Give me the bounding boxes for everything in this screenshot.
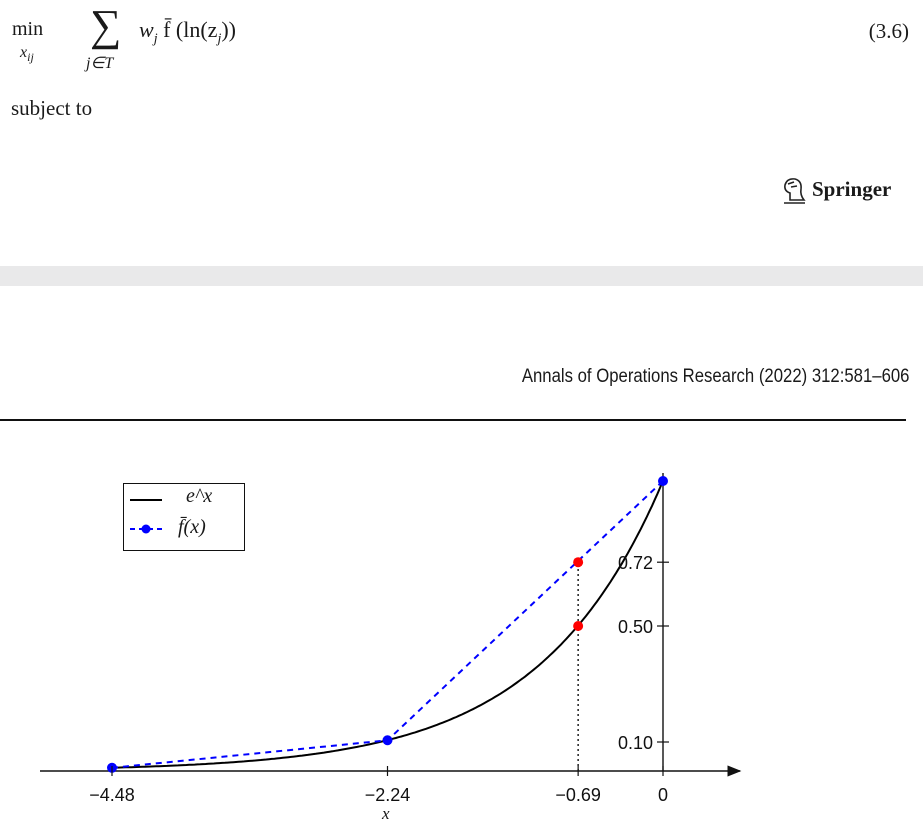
subject-to-text: subject to xyxy=(11,96,93,120)
equation-sum-subscript: j∈T xyxy=(86,55,114,72)
highlight-point xyxy=(573,557,584,568)
chart-legend: e^x f̄(x) xyxy=(123,483,245,551)
equation-number: (3.6) xyxy=(868,19,909,43)
page-separator xyxy=(0,266,923,286)
equation-sum-symbol: ∑ xyxy=(90,1,122,50)
tick-group: −4.48 −2.24 −0.69 0 0.10 0.50 0.72 xyxy=(89,553,669,805)
y-tick-label: 0.50 xyxy=(618,617,653,637)
equation-min-subscript-index: ij xyxy=(27,50,34,65)
equation-min-operator: min xyxy=(12,18,44,40)
x-tick-label: −2.24 xyxy=(365,785,411,805)
x-tick-label: 0 xyxy=(658,785,668,805)
equation-weight: w xyxy=(139,17,154,42)
x-tick-label: −0.69 xyxy=(555,785,601,805)
springer-name: Springer xyxy=(812,177,892,201)
equation-body: wj f̄ (ln(zj)) xyxy=(139,17,236,47)
y-tick-label: 0.72 xyxy=(618,553,653,573)
legend-label-fbar: f̄(x) xyxy=(178,516,206,538)
highlight-point xyxy=(573,621,584,631)
x-axis-label: x xyxy=(382,804,390,823)
equation-body-close: )) xyxy=(221,17,236,42)
x-tick-label: −4.48 xyxy=(89,785,135,805)
journal-header: Annals of Operations Research (2022) 312… xyxy=(521,366,909,387)
series-fbar-point xyxy=(658,476,668,486)
series-fbar-point xyxy=(382,735,393,746)
legend-label-exp: e^x xyxy=(186,485,213,507)
y-tick-label: 0.10 xyxy=(618,733,653,753)
legend-swatch-fbar-marker xyxy=(141,524,151,534)
header-rule xyxy=(0,419,906,421)
springer-knight-icon xyxy=(784,178,806,204)
equation-body-rest: f̄ (ln(z xyxy=(157,17,218,42)
equation-min-subscript: xij xyxy=(20,44,34,65)
